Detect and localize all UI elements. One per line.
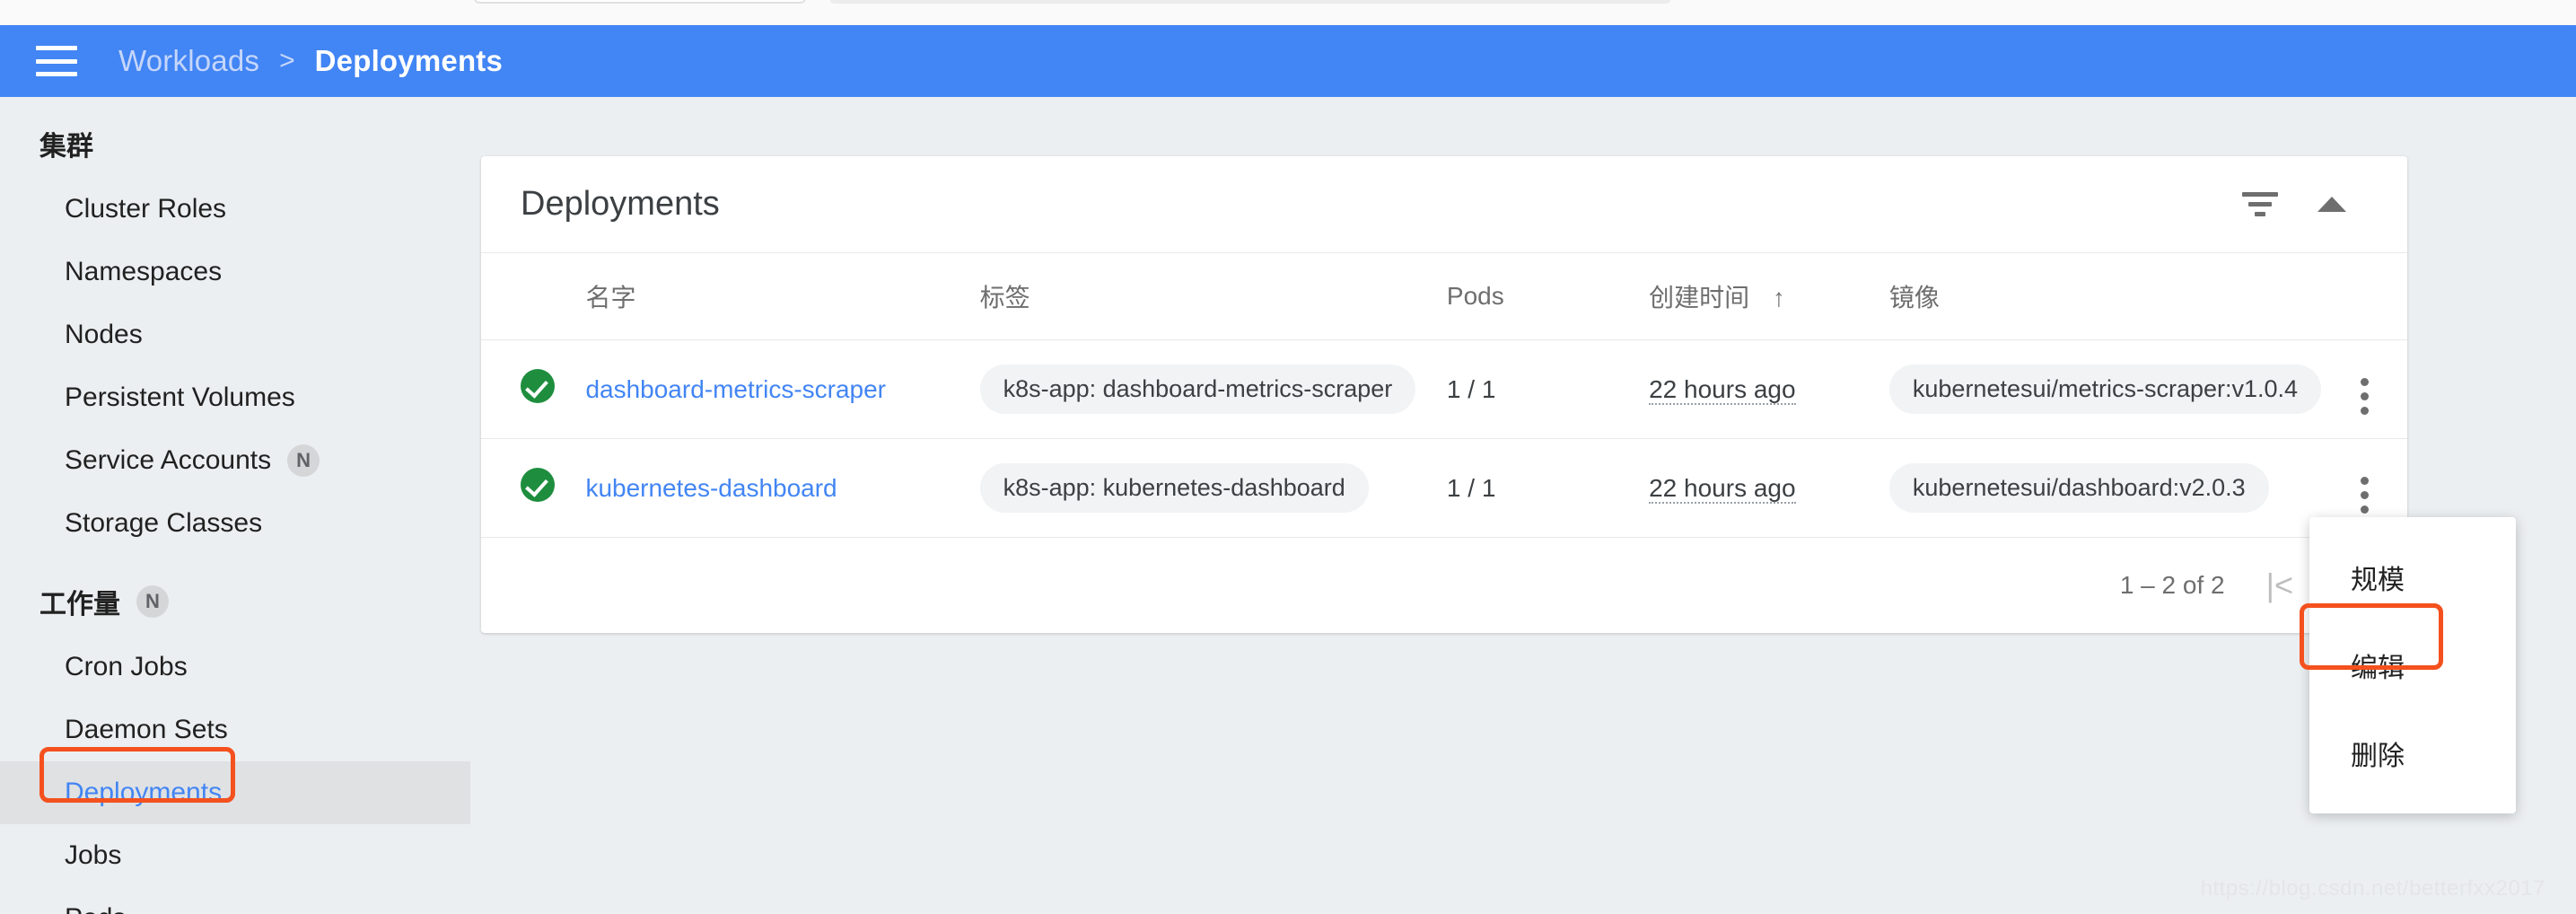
namespaced-badge: N [287,444,320,477]
cutoff-bar-top [829,0,1671,4]
app-root: Workloads > Deployments 集群 Cluster Roles… [0,0,2576,914]
row-created: 22 hours ago [1649,438,1889,538]
breadcrumb-current-deployments: Deployments [314,44,504,77]
deployment-link[interactable]: kubernetes-dashboard [585,474,837,502]
sidebar-item-label: Nodes [65,320,143,349]
row-status [481,438,586,538]
sidebar-item-label: Service Accounts [65,445,272,475]
column-status [481,253,586,340]
row-pods: 1 / 1 [1446,438,1650,538]
column-pods[interactable]: Pods [1446,253,1650,340]
status-ok-icon [521,369,555,403]
caret-up-icon[interactable] [2296,169,2368,241]
created-relative-time: 22 hours ago [1649,473,1796,504]
sidebar-item-label: Cron Jobs [65,652,188,681]
breadcrumb-parent-workloads[interactable]: Workloads [118,44,259,78]
column-created[interactable]: 创建时间 ↑ [1649,253,1889,340]
sidebar-item-nodes[interactable]: Nodes [0,303,470,366]
table-row[interactable]: dashboard-metrics-scraper k8s-app: dashb… [481,339,2407,439]
sidebar-item-storage-classes[interactable]: Storage Classes [0,492,470,555]
deployments-card: Deployments 名字 标签 Pods 创建时间 ↑ 镜像 dashboa… [481,156,2407,633]
sidebar-item-jobs[interactable]: Jobs [0,824,470,887]
row-name: kubernetes-dashboard [585,438,980,538]
filter-icon[interactable] [2224,169,2296,241]
page-title: Deployments [521,185,720,223]
created-relative-time: 22 hours ago [1649,374,1796,405]
sidebar-item-pods[interactable]: Pods [0,887,470,914]
sidebar-section-label: 工作量 [39,590,120,620]
table-row[interactable]: kubernetes-dashboard k8s-app: kubernetes… [481,438,2407,538]
sidebar-item-cluster-roles[interactable]: Cluster Roles [0,178,470,241]
sidebar-item-label: Deployments [65,778,223,807]
sidebar-item-persistent-volumes[interactable]: Persistent Volumes [0,366,470,429]
table-header-row: 名字 标签 Pods 创建时间 ↑ 镜像 [481,253,2407,340]
row-labels: k8s-app: kubernetes-dashboard [979,438,1447,538]
row-created: 22 hours ago [1649,339,1889,439]
breadcrumb-separator-icon: > [279,46,295,75]
sidebar-item-label: Jobs [65,840,122,870]
sidebar-item-label: Persistent Volumes [65,382,295,412]
column-labels[interactable]: 标签 [979,253,1447,340]
sidebar-item-label: Cluster Roles [65,194,227,224]
sidebar: 集群 Cluster Roles Namespaces Nodes Persis… [0,97,470,914]
context-menu-item-edit[interactable]: 编辑 [2309,621,2516,709]
deployment-link[interactable]: dashboard-metrics-scraper [585,375,886,403]
sidebar-item-label: Daemon Sets [65,715,228,744]
kebab-menu-icon[interactable] [2360,477,2369,514]
deployments-table: 名字 标签 Pods 创建时间 ↑ 镜像 dashboard-metrics-s… [481,253,2407,538]
row-image: kubernetesui/metrics-scraper:v1.0.4 [1888,339,2322,439]
context-menu-item-delete[interactable]: 删除 [2309,709,2516,797]
row-image: kubernetesui/dashboard:v2.0.3 [1888,438,2322,538]
hamburger-icon[interactable] [36,46,77,76]
sidebar-item-service-accounts[interactable]: Service Accounts N [0,429,470,492]
paginator: 1 – 2 of 2 |< < [481,538,2407,633]
main-content: Deployments 名字 标签 Pods 创建时间 ↑ 镜像 dashboa… [470,97,2576,914]
cutoff-card-top [474,0,806,4]
status-ok-icon [521,468,555,502]
label-chip: k8s-app: dashboard-metrics-scraper [979,365,1416,414]
column-created-label: 创建时间 [1649,284,1750,312]
page-range-label: 1 – 2 of 2 [2119,571,2225,599]
watermark: https://blog.csdn.net/betterfxx2017 [2200,876,2545,901]
kebab-menu-icon[interactable] [2360,378,2369,415]
column-name[interactable]: 名字 [585,253,980,340]
sidebar-item-cron-jobs[interactable]: Cron Jobs [0,636,470,699]
sidebar-item-daemon-sets[interactable]: Daemon Sets [0,699,470,761]
column-actions [2321,253,2407,340]
column-images[interactable]: 镜像 [1888,253,2322,340]
namespaced-badge: N [136,585,169,618]
first-page-icon[interactable]: |< [2266,567,2293,604]
card-header: Deployments [481,156,2407,253]
row-pods: 1 / 1 [1446,339,1650,439]
row-labels: k8s-app: dashboard-metrics-scraper [979,339,1447,439]
app-bar: Workloads > Deployments [0,25,2576,97]
sidebar-item-label: Storage Classes [65,508,263,538]
sidebar-item-label: Namespaces [65,257,223,286]
row-actions [2321,339,2407,439]
sidebar-item-namespaces[interactable]: Namespaces [0,241,470,303]
row-context-menu: 规模 编辑 删除 [2309,517,2516,813]
row-name: dashboard-metrics-scraper [585,339,980,439]
image-chip: kubernetesui/dashboard:v2.0.3 [1888,463,2269,513]
label-chip: k8s-app: kubernetes-dashboard [979,463,1369,513]
context-menu-item-scale[interactable]: 规模 [2309,533,2516,621]
breadcrumb: Workloads > Deployments [118,44,503,78]
sidebar-item-label: Pods [65,903,126,914]
sidebar-section-workloads: 工作量 N [0,555,470,636]
image-chip: kubernetesui/metrics-scraper:v1.0.4 [1888,365,2322,414]
sidebar-section-label: 集群 [39,132,93,162]
sidebar-item-deployments[interactable]: Deployments [0,761,470,824]
sidebar-section-cluster: 集群 [0,97,470,178]
row-status [481,339,586,439]
sort-arrow-up-icon: ↑ [1772,284,1785,312]
